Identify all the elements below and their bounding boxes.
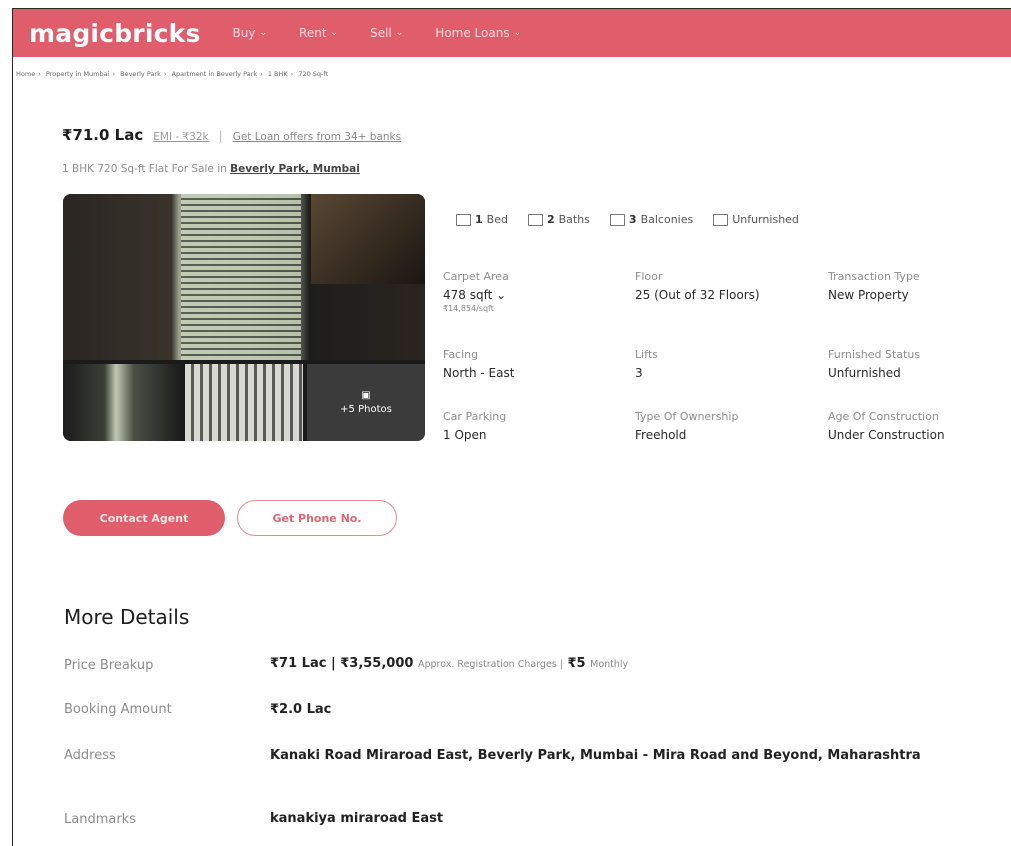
detail-ownership: Type Of Ownership Freehold	[635, 410, 739, 442]
camera-icon: ▣	[361, 390, 371, 401]
breadcrumb-item[interactable]: Apartment in Beverly Park	[172, 70, 258, 78]
loan-offer-link[interactable]: Get Loan offers from 34+ banks	[233, 131, 401, 143]
listing-price: ₹71.0 Lac	[62, 126, 144, 144]
chevron-down-icon: ⌄	[395, 28, 404, 38]
price-row: ₹71.0 Lac EMI - ₹32k | Get Loan offers f…	[62, 126, 401, 144]
furnishing-icon	[713, 213, 729, 226]
detail-furnished-status: Furnished Status Unfurnished	[828, 348, 921, 380]
feature-baths: 2 Baths	[527, 213, 590, 226]
balcony-icon	[609, 213, 625, 226]
more-photos-label: +5 Photos	[340, 404, 392, 415]
chevron-down-icon: ⌄	[259, 28, 268, 38]
breadcrumb: Home › Property in Mumbai › Beverly Park › …	[16, 70, 329, 78]
top-navbar: magicbricks Buy ⌄ Rent ⌄ Sell ⌄ Home Loans ⌄	[13, 9, 1011, 57]
photo-thumbnail[interactable]	[185, 364, 303, 441]
feature-beds: 1 Bed	[456, 213, 508, 226]
breadcrumb-item[interactable]: 1 BHK	[268, 70, 288, 78]
emi-link[interactable]: EMI - ₹32k	[153, 131, 208, 143]
booking-amount-value: ₹2.0 Lac	[270, 702, 332, 717]
detail-transaction-type: Transaction Type New Property	[828, 270, 920, 302]
landmarks-value: kanakiya miraroad East	[270, 811, 444, 826]
feature-summary: 1 Bed 2 Baths 3 Balconies Unfurnished	[456, 213, 799, 226]
detail-age-of-construction: Age Of Construction Under Construction	[828, 410, 945, 442]
detail-floor: Floor 25 (Out of 32 Floors)	[635, 270, 760, 302]
breadcrumb-item[interactable]: Beverly Park	[120, 70, 161, 78]
chevron-down-icon: ⌄	[330, 28, 339, 38]
detail-lifts: Lifts 3	[635, 348, 658, 380]
get-phone-button[interactable]: Get Phone No.	[237, 500, 397, 536]
detail-facing: Facing North - East	[443, 348, 515, 380]
location-link[interactable]: Beverly Park, Mumbai	[230, 163, 360, 175]
feature-balconies: 3 Balconies	[609, 213, 693, 226]
nav-buy[interactable]: Buy ⌄	[233, 26, 268, 40]
breadcrumb-item[interactable]: Property in Mumbai	[46, 70, 110, 78]
feature-furnishing: Unfurnished	[713, 213, 799, 226]
nav-home-loans[interactable]: Home Loans ⌄	[435, 26, 521, 40]
main-photo[interactable]	[63, 194, 425, 360]
booking-amount-label: Booking Amount	[64, 702, 172, 717]
detail-carpet-area: Carpet Area 478 sqft ⌄ ₹14,854/sqft	[443, 270, 509, 313]
price-breakup-value: ₹71 Lac | ₹3,55,000 Approx. Registration…	[270, 656, 629, 671]
more-details-heading: More Details	[64, 605, 190, 629]
divider: |	[218, 129, 223, 143]
breadcrumb-item: 720 Sq-ft	[298, 70, 329, 78]
contact-agent-button[interactable]: Contact Agent	[63, 500, 225, 536]
landmarks-label: Landmarks	[64, 812, 136, 827]
address-value: Kanaki Road Miraroad East, Beverly Park,…	[270, 748, 921, 763]
more-photos-thumbnail[interactable]: ▣ +5 Photos	[307, 364, 425, 441]
bath-icon	[527, 213, 543, 226]
bed-icon	[456, 213, 471, 226]
breadcrumb-item[interactable]: Home	[16, 70, 35, 78]
address-label: Address	[64, 748, 116, 763]
price-breakup-label: Price Breakup	[64, 658, 154, 673]
nav-sell[interactable]: Sell ⌄	[370, 26, 403, 40]
listing-subtitle: 1 BHK 720 Sq-ft Flat For Sale in Beverly…	[62, 163, 360, 175]
nav-rent[interactable]: Rent ⌄	[299, 26, 338, 40]
chevron-down-icon[interactable]: ⌄	[496, 288, 506, 302]
photo-thumbnail[interactable]	[63, 364, 181, 441]
photo-gallery: ▣ +5 Photos	[63, 194, 425, 441]
detail-car-parking: Car Parking 1 Open	[443, 410, 507, 442]
chevron-down-icon: ⌄	[513, 28, 522, 38]
site-logo[interactable]: magicbricks	[29, 19, 201, 48]
